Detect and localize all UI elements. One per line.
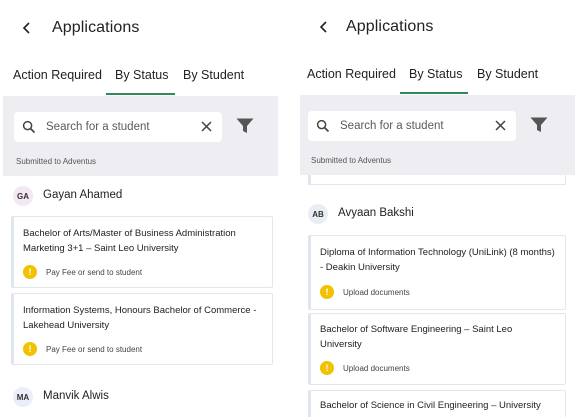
search-input[interactable] — [340, 111, 490, 141]
app-header: Applications — [3, 0, 278, 56]
search-bar-area: Submitted to Adventus — [3, 96, 278, 176]
tab-by-student[interactable]: By Student — [183, 68, 244, 82]
active-tab-indicator — [106, 93, 175, 95]
tab-bar: Action Required By Status By Student — [300, 59, 575, 95]
application-card[interactable]: Bachelor of Software Engineering – Saint… — [308, 313, 566, 385]
tab-by-student[interactable]: By Student — [477, 67, 538, 81]
applications-screen-right: Applications Action Required By Status B… — [300, 0, 575, 417]
application-card[interactable]: Diploma of Information Technology (UniLi… — [308, 235, 566, 310]
search-field[interactable] — [308, 111, 516, 141]
search-field[interactable] — [14, 112, 222, 142]
tab-by-status[interactable]: By Status — [409, 67, 463, 81]
tab-bar: Action Required By Status By Student — [3, 60, 278, 96]
student-name: Gayan Ahamed — [43, 189, 123, 201]
student-header[interactable]: MA Manvik Alwis — [3, 383, 278, 411]
filter-icon[interactable] — [236, 118, 254, 134]
search-bar-area: Submitted to Adventus — [300, 95, 575, 175]
avatar: MA — [13, 387, 33, 407]
app-header: Applications — [300, 0, 575, 56]
close-icon[interactable] — [494, 119, 507, 132]
avatar: GA — [13, 186, 33, 206]
warning-icon: ! — [23, 265, 37, 279]
applications-screen-left: Applications Action Required By Status B… — [3, 0, 278, 417]
warning-icon: ! — [320, 285, 334, 299]
avatar: AB — [308, 204, 328, 224]
warning-icon: ! — [320, 361, 334, 375]
warning-icon: ! — [23, 342, 37, 356]
back-icon[interactable] — [19, 18, 35, 38]
close-icon[interactable] — [200, 120, 213, 133]
tab-action-required[interactable]: Action Required — [13, 68, 102, 82]
application-title: Information Systems, Honours Bachelor of… — [23, 305, 257, 331]
section-label: Submitted to Adventus — [311, 156, 392, 165]
application-status: Pay Fee or send to student — [46, 268, 143, 277]
student-header[interactable]: AB Avyaan Bakshi — [300, 200, 575, 228]
student-header[interactable]: GA Gayan Ahamed — [3, 182, 278, 210]
student-name: Avyaan Bakshi — [338, 207, 414, 219]
search-icon — [316, 119, 330, 133]
tab-by-status[interactable]: By Status — [115, 68, 169, 82]
filter-icon[interactable] — [530, 117, 548, 133]
application-title: Diploma of Information Technology (UniLi… — [320, 247, 555, 273]
search-input[interactable] — [46, 112, 196, 142]
previous-card-edge — [308, 175, 566, 185]
section-label: Submitted to Adventus — [16, 157, 97, 166]
student-name: Manvik Alwis — [43, 390, 109, 402]
back-icon[interactable] — [316, 17, 332, 37]
application-card[interactable]: Information Systems, Honours Bachelor of… — [11, 293, 273, 365]
active-tab-indicator — [400, 92, 468, 94]
application-title: Bachelor of Arts/Master of Business Admi… — [23, 228, 236, 254]
tab-action-required[interactable]: Action Required — [307, 67, 396, 81]
application-status: Upload documents — [343, 364, 410, 373]
application-title: Bachelor of Software Engineering – Saint… — [320, 324, 513, 350]
search-icon — [22, 120, 36, 134]
application-card[interactable]: Bachelor of Science in Civil Engineering… — [308, 390, 566, 417]
application-status: Pay Fee or send to student — [46, 345, 143, 354]
application-card[interactable]: Bachelor of Arts/Master of Business Admi… — [11, 216, 273, 288]
application-status: Upload documents — [343, 288, 410, 297]
page-title: Applications — [346, 18, 434, 35]
page-title: Applications — [52, 19, 140, 36]
application-title: Bachelor of Science in Civil Engineering… — [320, 400, 541, 411]
